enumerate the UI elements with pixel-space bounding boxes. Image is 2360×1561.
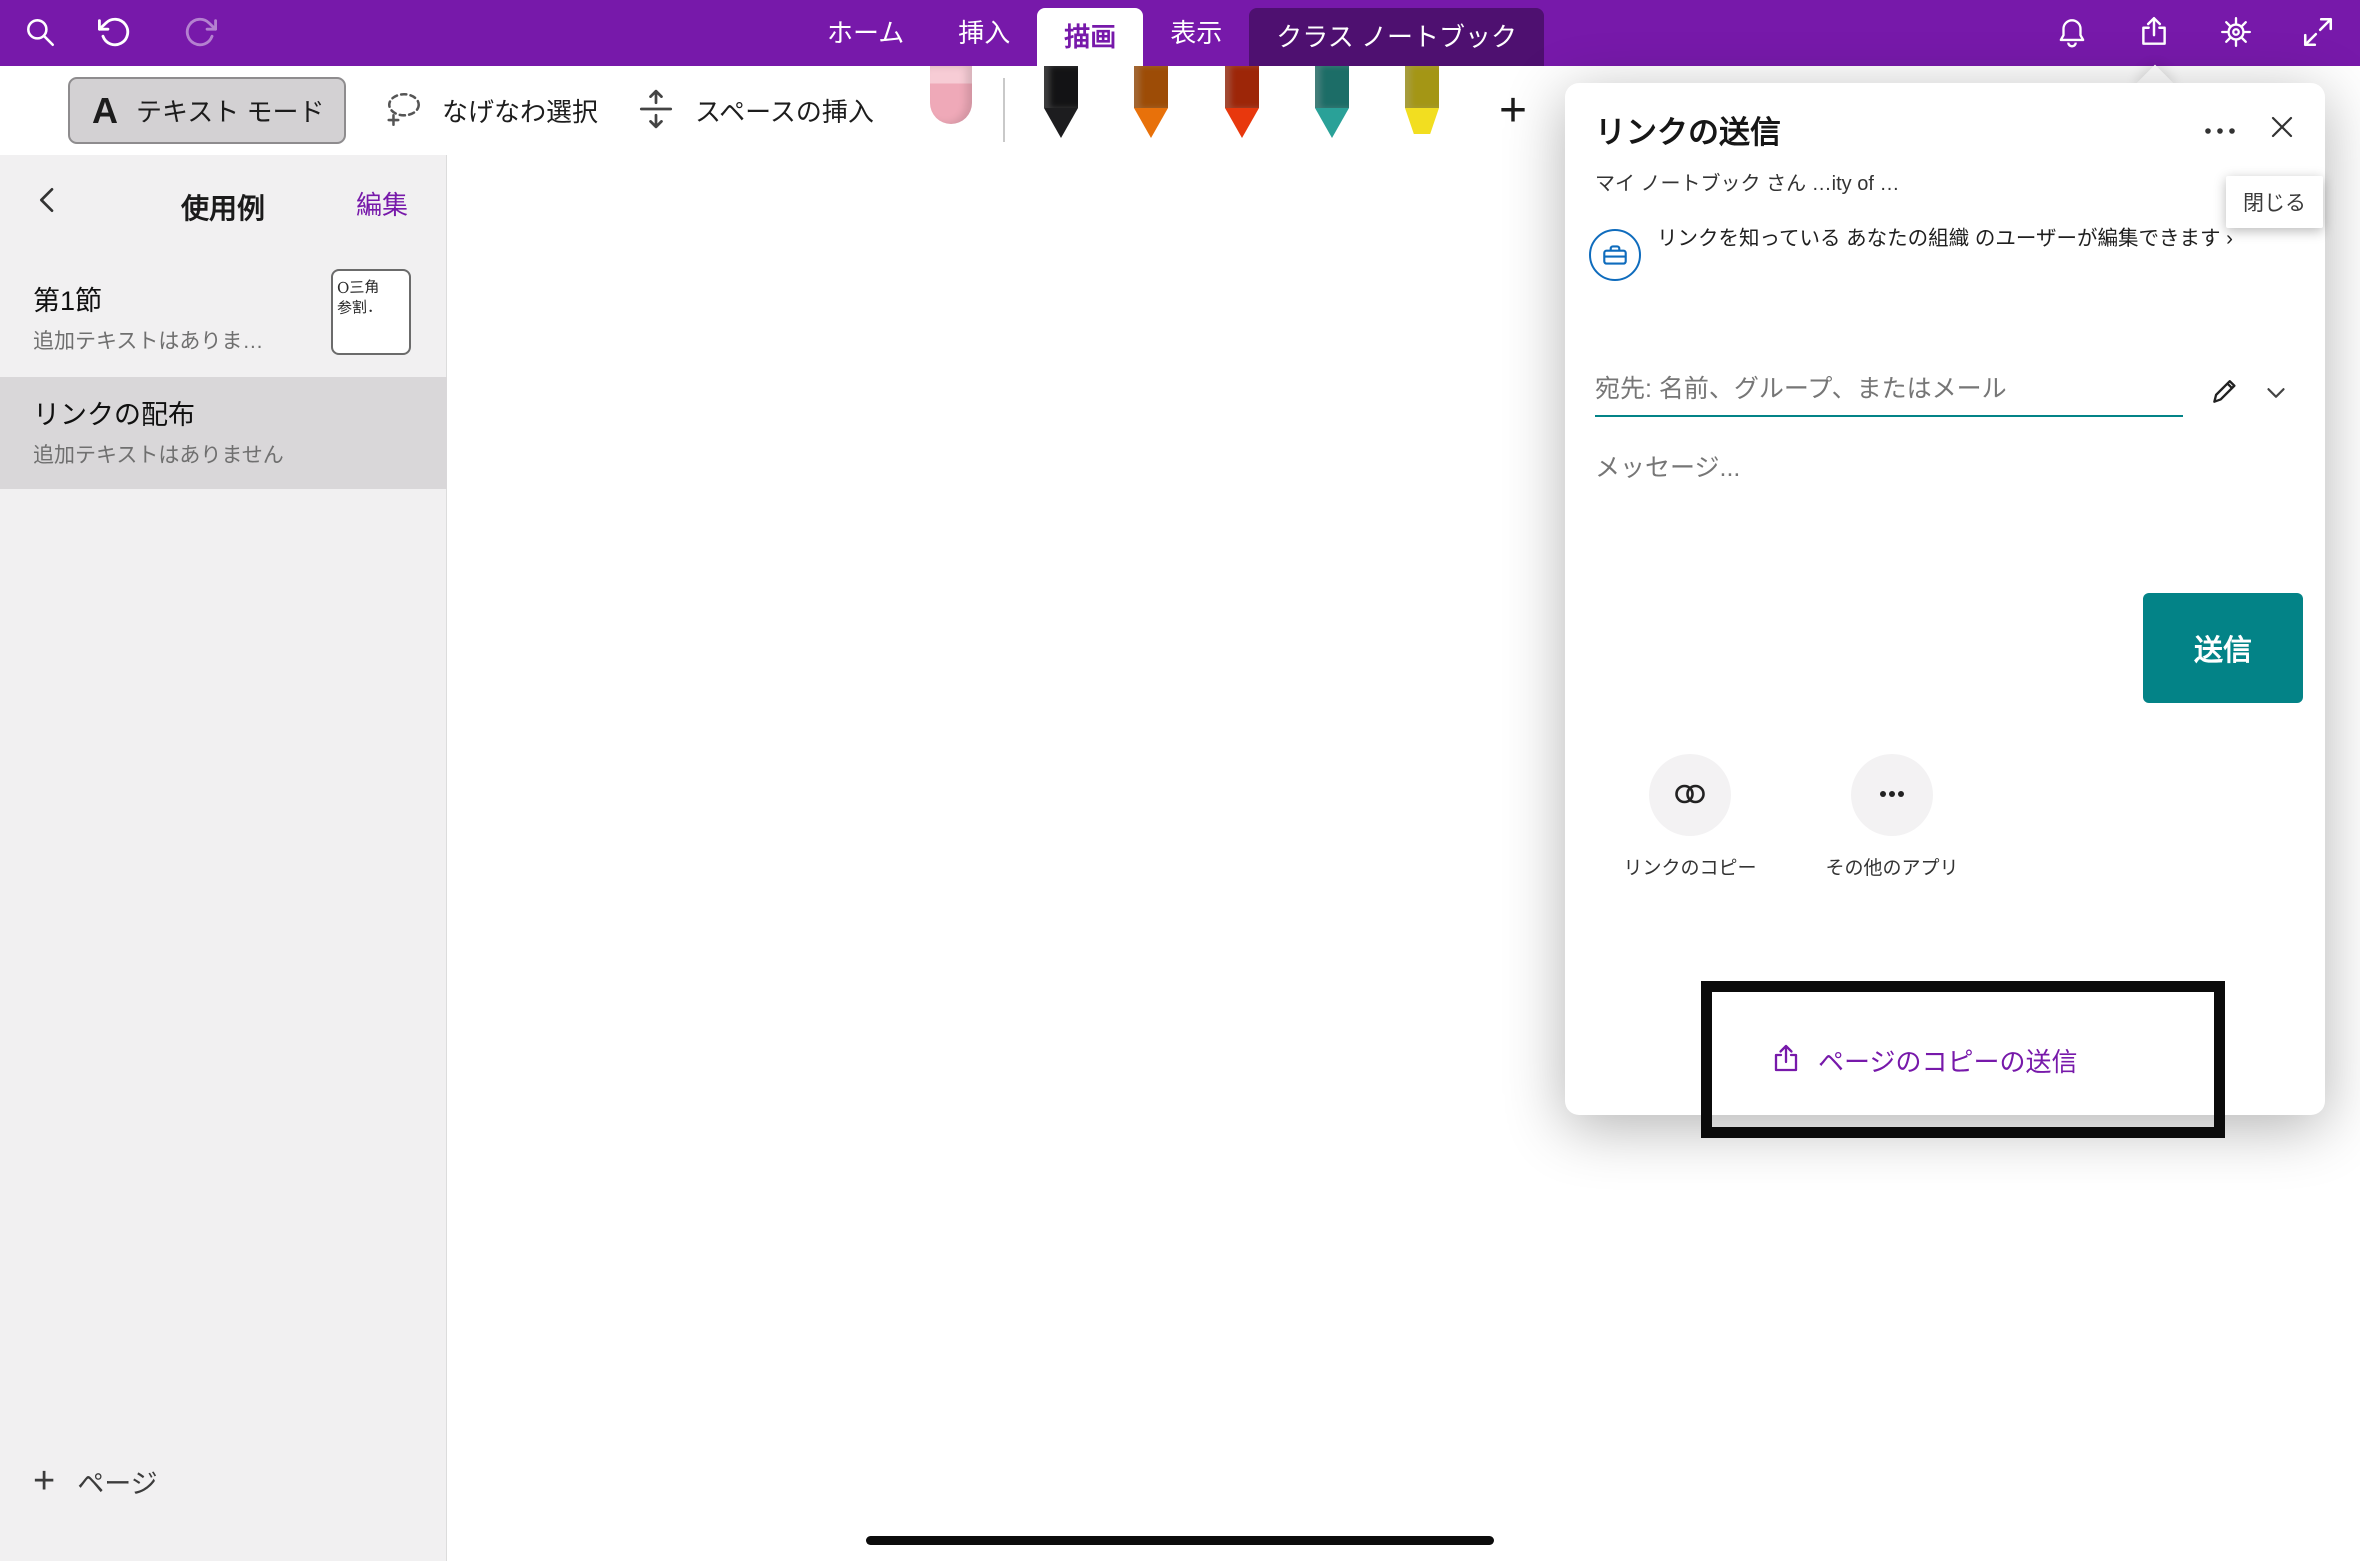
page-title: 第1節: [33, 279, 102, 318]
lasso-select-button[interactable]: なげなわ選択: [384, 66, 598, 155]
thumbnail-ink-line: O三角: [337, 276, 406, 298]
ribbon-tabs: ホーム 挿入 描画 表示 クラス ノートブック: [800, 0, 1544, 66]
gear-icon: [2219, 15, 2253, 52]
notebook-name: マイ ノートブック さん …ity of …: [1595, 167, 1899, 196]
link-permission-button[interactable]: リンクを知っている あなたの組織 のユーザーが編集できます ›: [1589, 223, 2279, 281]
highlight-annotation: [1701, 981, 2225, 1138]
permission-dropdown-button[interactable]: [2257, 375, 2295, 413]
settings-button[interactable]: [2216, 13, 2256, 53]
insert-space-button[interactable]: スペースの挿入: [635, 66, 874, 155]
close-icon: [2266, 131, 2298, 146]
pen-red-tool[interactable]: [1220, 66, 1264, 140]
page-list-sidebar: 使用例 編集 第1節 追加テキストはありま… O三角 参割． リンクの配布 追加…: [0, 155, 447, 1561]
search-button[interactable]: [20, 13, 60, 53]
tab-view[interactable]: 表示: [1143, 0, 1249, 66]
top-app-bar: ホーム 挿入 描画 表示 クラス ノートブック: [0, 0, 2360, 66]
redo-button[interactable]: [180, 13, 220, 53]
bell-icon: [2055, 15, 2089, 52]
insert-space-label: スペースの挿入: [695, 92, 874, 129]
eraser-tool[interactable]: [930, 66, 972, 124]
fullscreen-button[interactable]: [2298, 13, 2338, 53]
sidebar-header: 使用例 編集: [0, 155, 446, 255]
add-page-label: ページ: [77, 1462, 157, 1501]
onenote-app: ホーム 挿入 描画 表示 クラス ノートブック: [0, 0, 2360, 1561]
toolbar-divider: [1003, 78, 1005, 142]
edit-button[interactable]: 編集: [356, 185, 408, 222]
share-button[interactable]: [2134, 13, 2174, 53]
chevron-right-icon: ›: [2226, 227, 2233, 250]
text-mode-icon: A: [92, 90, 118, 132]
chevron-down-icon: [2261, 396, 2291, 411]
add-page-button[interactable]: + ページ: [20, 1451, 158, 1511]
undo-button[interactable]: [95, 13, 135, 53]
insert-space-icon: [635, 88, 677, 133]
page-item-section1[interactable]: 第1節 追加テキストはありま… O三角 参割．: [0, 263, 447, 375]
tab-insert[interactable]: 挿入: [931, 0, 1037, 66]
pen-orange-tool[interactable]: [1129, 66, 1173, 140]
notifications-button[interactable]: [2052, 13, 2092, 53]
link-icon: [1670, 774, 1710, 817]
page-subtitle: 追加テキストはありま…: [33, 325, 263, 355]
other-apps-button[interactable]: [1851, 754, 1933, 836]
page-thumbnail: O三角 参割．: [331, 269, 411, 355]
pen-black-tool[interactable]: [1039, 66, 1083, 140]
highlighter-yellow-tool[interactable]: [1400, 66, 1444, 140]
share-icon: [2137, 15, 2171, 52]
edit-permission-button[interactable]: [2203, 369, 2247, 413]
undo-icon: [98, 15, 132, 52]
page-subtitle: 追加テキストはありません: [33, 439, 284, 469]
page-title: リンクの配布: [33, 393, 195, 432]
more-apps-icon: [1872, 774, 1912, 817]
recipients-input[interactable]: [1595, 363, 2183, 417]
permission-description: リンクを知っている あなたの組織 のユーザーが編集できます ›: [1657, 223, 2275, 281]
more-options-button[interactable]: [2197, 115, 2243, 149]
close-dialog-button[interactable]: [2259, 105, 2305, 151]
search-icon: [23, 15, 57, 52]
other-apps-label: その他のアプリ: [1800, 853, 1984, 880]
plus-icon: +: [33, 1462, 55, 1500]
thumbnail-ink-line: 参割．: [337, 296, 406, 318]
send-link-dialog: リンクの送信 マイ ノートブック さん …ity of … リンクを知っている …: [1565, 83, 2325, 1115]
expand-icon: [2301, 15, 2335, 52]
tab-draw[interactable]: 描画: [1037, 8, 1143, 66]
organization-briefcase-icon: [1589, 229, 1641, 281]
copy-link-button[interactable]: [1649, 754, 1731, 836]
ellipsis-icon: [2200, 129, 2240, 144]
text-mode-label: テキスト モード: [136, 92, 324, 129]
close-tooltip: 閉じる: [2226, 176, 2323, 228]
text-mode-button[interactable]: A テキスト モード: [68, 77, 346, 144]
copy-link-label: リンクのコピー: [1608, 853, 1772, 880]
lasso-icon: [384, 90, 424, 131]
send-button[interactable]: 送信: [2143, 593, 2303, 703]
message-input[interactable]: [1595, 443, 2115, 493]
tab-home[interactable]: ホーム: [800, 0, 931, 66]
tab-class-notebook[interactable]: クラス ノートブック: [1249, 8, 1544, 66]
dialog-title: リンクの送信: [1595, 107, 1781, 152]
pen-teal-tool[interactable]: [1310, 66, 1354, 140]
page-item-link-distribution[interactable]: リンクの配布 追加テキストはありません: [0, 377, 447, 489]
lasso-select-label: なげなわ選択: [442, 92, 598, 129]
home-indicator-handle[interactable]: [866, 1536, 1494, 1545]
add-pen-button[interactable]: +: [1478, 66, 1548, 155]
redo-icon: [183, 15, 217, 52]
pencil-icon: [2208, 395, 2242, 410]
